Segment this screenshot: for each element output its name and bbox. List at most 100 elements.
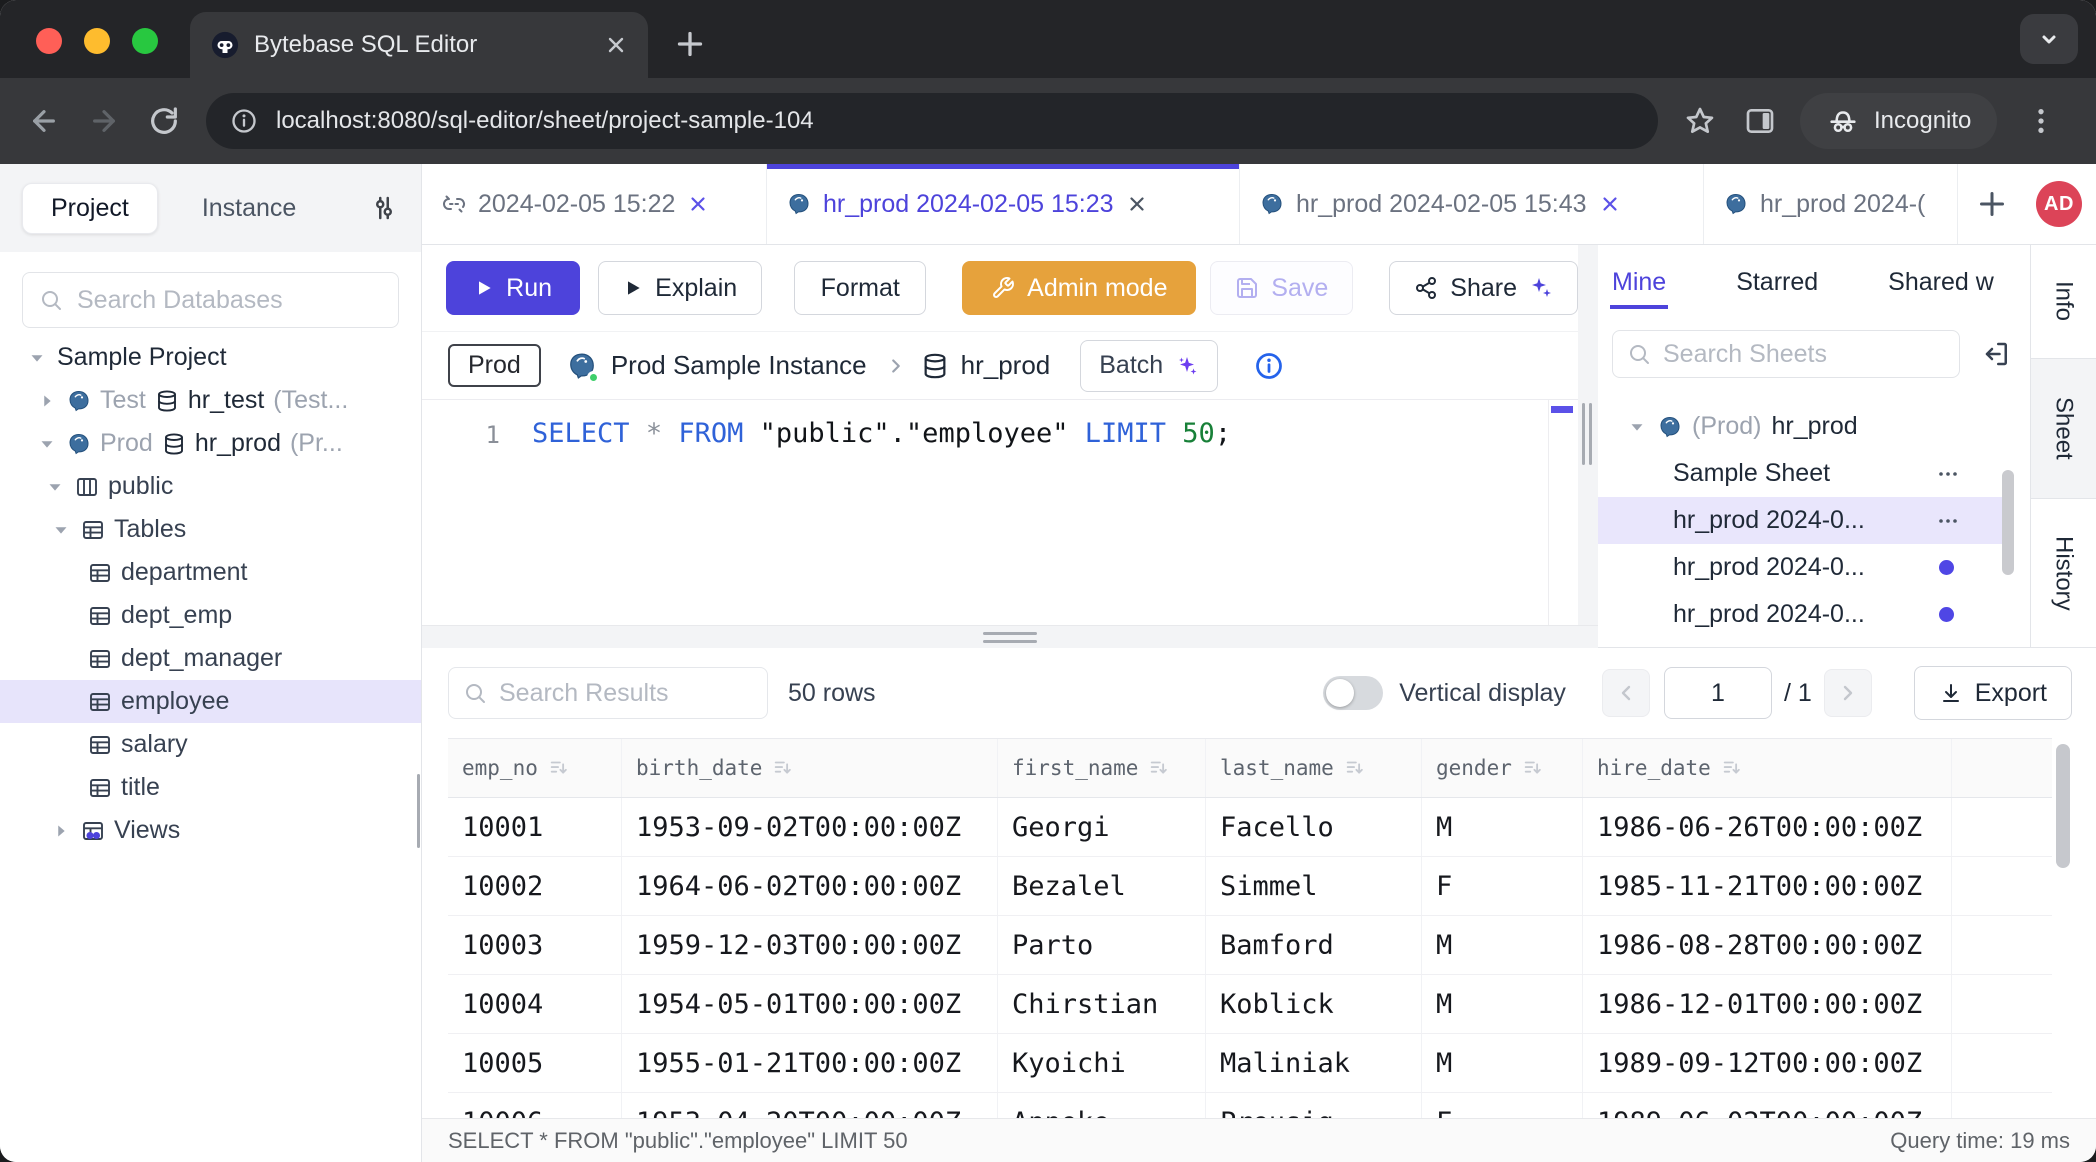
search-databases-field[interactable]: [75, 285, 382, 316]
side-tab-sheet[interactable]: Sheet: [2031, 358, 2096, 500]
close-tab-icon[interactable]: [1126, 193, 1148, 215]
vertical-display-toggle[interactable]: [1323, 676, 1383, 710]
run-button[interactable]: Run: [446, 261, 580, 315]
export-button[interactable]: Export: [1914, 666, 2072, 720]
admin-mode-button[interactable]: Admin mode: [962, 261, 1196, 315]
table-cell: M: [1422, 1034, 1583, 1092]
sheet-group-name: hr_prod: [1771, 412, 1857, 441]
next-page-button[interactable]: [1824, 669, 1872, 717]
editor-minimap[interactable]: [1548, 400, 1578, 625]
database-icon: [162, 432, 186, 456]
new-browser-tab-icon[interactable]: [672, 26, 708, 62]
database-name[interactable]: hr_prod: [961, 350, 1051, 381]
tab-search-button[interactable]: [2020, 14, 2078, 64]
table-icon: [88, 776, 112, 800]
sheet-item[interactable]: hr_prod 2024-0...: [1598, 544, 2010, 591]
sheet-menu-icon[interactable]: [1936, 509, 1960, 533]
new-sheet-icon[interactable]: [1974, 186, 2010, 222]
column-header-last_name[interactable]: last_name: [1206, 739, 1422, 797]
search-results-input[interactable]: [448, 667, 768, 719]
browser-menu-icon[interactable]: [2025, 105, 2057, 137]
column-header-first_name[interactable]: first_name: [998, 739, 1206, 797]
sheet-item[interactable]: hr_prod 2024-0...: [1598, 497, 2010, 544]
sheet-list-scrollbar[interactable]: [2002, 470, 2014, 575]
environment-label: Prod: [100, 429, 153, 458]
format-button[interactable]: Format: [794, 261, 926, 315]
tab-project[interactable]: Project: [22, 183, 158, 234]
tree-item-dept_emp[interactable]: dept_emp: [0, 594, 421, 637]
editor-tab[interactable]: hr_prod 2024-(: [1704, 164, 1958, 244]
sheet-item-name: hr_prod 2024-0...: [1673, 600, 1865, 629]
close-window-button[interactable]: [36, 28, 62, 54]
sidebar-mode-switch: Project Instance: [0, 164, 421, 252]
tree-item-hr_test[interactable]: Testhr_test(Test...: [0, 379, 421, 422]
chevron-right-icon: [1836, 681, 1860, 705]
minimize-window-button[interactable]: [84, 28, 110, 54]
page-number-input[interactable]: [1664, 667, 1772, 719]
column-header-hire_date[interactable]: hire_date: [1583, 739, 1952, 797]
editor-tab[interactable]: 2024-02-05 15:22: [422, 164, 767, 244]
tree-item-title[interactable]: title: [0, 766, 421, 809]
prev-page-button[interactable]: [1602, 669, 1650, 717]
play-icon: [474, 278, 494, 298]
explain-button[interactable]: Explain: [598, 261, 762, 315]
results-splitter[interactable]: [422, 625, 1598, 648]
filter-sliders-icon[interactable]: [369, 193, 399, 223]
tree-item-Sample Project[interactable]: Sample Project: [0, 336, 421, 379]
tree-label: dept_emp: [121, 601, 232, 630]
sheet-item[interactable]: hr_prod 2024-0...: [1598, 591, 2010, 638]
search-sheets-input[interactable]: [1612, 330, 1960, 378]
tree-item-Tables[interactable]: Tables: [0, 508, 421, 551]
side-tab-history[interactable]: History: [2031, 499, 2096, 647]
editor-tab[interactable]: hr_prod 2024-02-05 15:23: [767, 164, 1240, 244]
close-tab-icon[interactable]: [1599, 193, 1621, 215]
bookmark-star-icon[interactable]: [1684, 105, 1716, 137]
search-sheets-field[interactable]: [1661, 339, 1945, 370]
instance-name[interactable]: Prod Sample Instance: [611, 350, 867, 381]
share-button[interactable]: Share: [1389, 261, 1578, 315]
tree-item-employee[interactable]: employee: [0, 680, 421, 723]
results-scrollbar[interactable]: [2056, 744, 2070, 868]
table-icon: [88, 561, 112, 585]
tree-item-public[interactable]: public: [0, 465, 421, 508]
sheet-group-row[interactable]: (Prod)hr_prod: [1598, 403, 2010, 450]
close-browser-tab-icon[interactable]: [604, 33, 628, 57]
table-cell: Simmel: [1206, 857, 1422, 915]
sheet-tab-mine[interactable]: Mine: [1612, 268, 1666, 309]
address-bar[interactable]: localhost:8080/sql-editor/sheet/project-…: [206, 93, 1658, 149]
tree-item-department[interactable]: department: [0, 551, 421, 594]
side-tab-info[interactable]: Info: [2031, 245, 2096, 358]
side-panel-icon[interactable]: [1744, 105, 1776, 137]
tree-item-hr_prod[interactable]: Prodhr_prod(Pr...: [0, 422, 421, 465]
bytebase-sql-editor-window: Bytebase SQL Editor localhost:: [0, 0, 2096, 1162]
browser-tab[interactable]: Bytebase SQL Editor: [190, 12, 648, 78]
sheet-tab-shared-w[interactable]: Shared w: [1888, 268, 1994, 309]
user-avatar[interactable]: AD: [2036, 181, 2082, 227]
back-icon[interactable]: [28, 105, 60, 137]
search-results-field[interactable]: [497, 678, 753, 709]
database-icon: [921, 352, 949, 380]
sheet-menu-icon[interactable]: [1936, 462, 1960, 486]
tab-instance[interactable]: Instance: [202, 194, 297, 223]
open-sheet-icon[interactable]: [1982, 339, 2012, 369]
column-header-birth_date[interactable]: birth_date: [622, 739, 998, 797]
close-tab-icon[interactable]: [687, 193, 709, 215]
save-button[interactable]: Save: [1210, 261, 1353, 315]
tree-item-Views[interactable]: Views: [0, 809, 421, 852]
reload-icon[interactable]: [148, 105, 180, 137]
batch-button[interactable]: Batch: [1080, 340, 1218, 392]
tree-item-salary[interactable]: salary: [0, 723, 421, 766]
search-databases-input[interactable]: [22, 272, 399, 328]
maximize-window-button[interactable]: [132, 28, 158, 54]
sheet-item[interactable]: Sample Sheet: [1598, 450, 2010, 497]
sql-editor[interactable]: 1 SELECT * FROM "public"."employee" LIMI…: [422, 400, 1578, 625]
info-icon[interactable]: [1254, 351, 1284, 381]
forward-icon[interactable]: [88, 105, 120, 137]
tree-item-dept_manager[interactable]: dept_manager: [0, 637, 421, 680]
site-info-icon[interactable]: [230, 107, 258, 135]
column-header-gender[interactable]: gender: [1422, 739, 1583, 797]
sheet-tab-starred[interactable]: Starred: [1736, 268, 1818, 309]
editor-tab[interactable]: hr_prod 2024-02-05 15:43: [1240, 164, 1704, 244]
editor-panel-resize-handle[interactable]: [1582, 403, 1592, 465]
column-header-emp_no[interactable]: emp_no: [448, 739, 622, 797]
